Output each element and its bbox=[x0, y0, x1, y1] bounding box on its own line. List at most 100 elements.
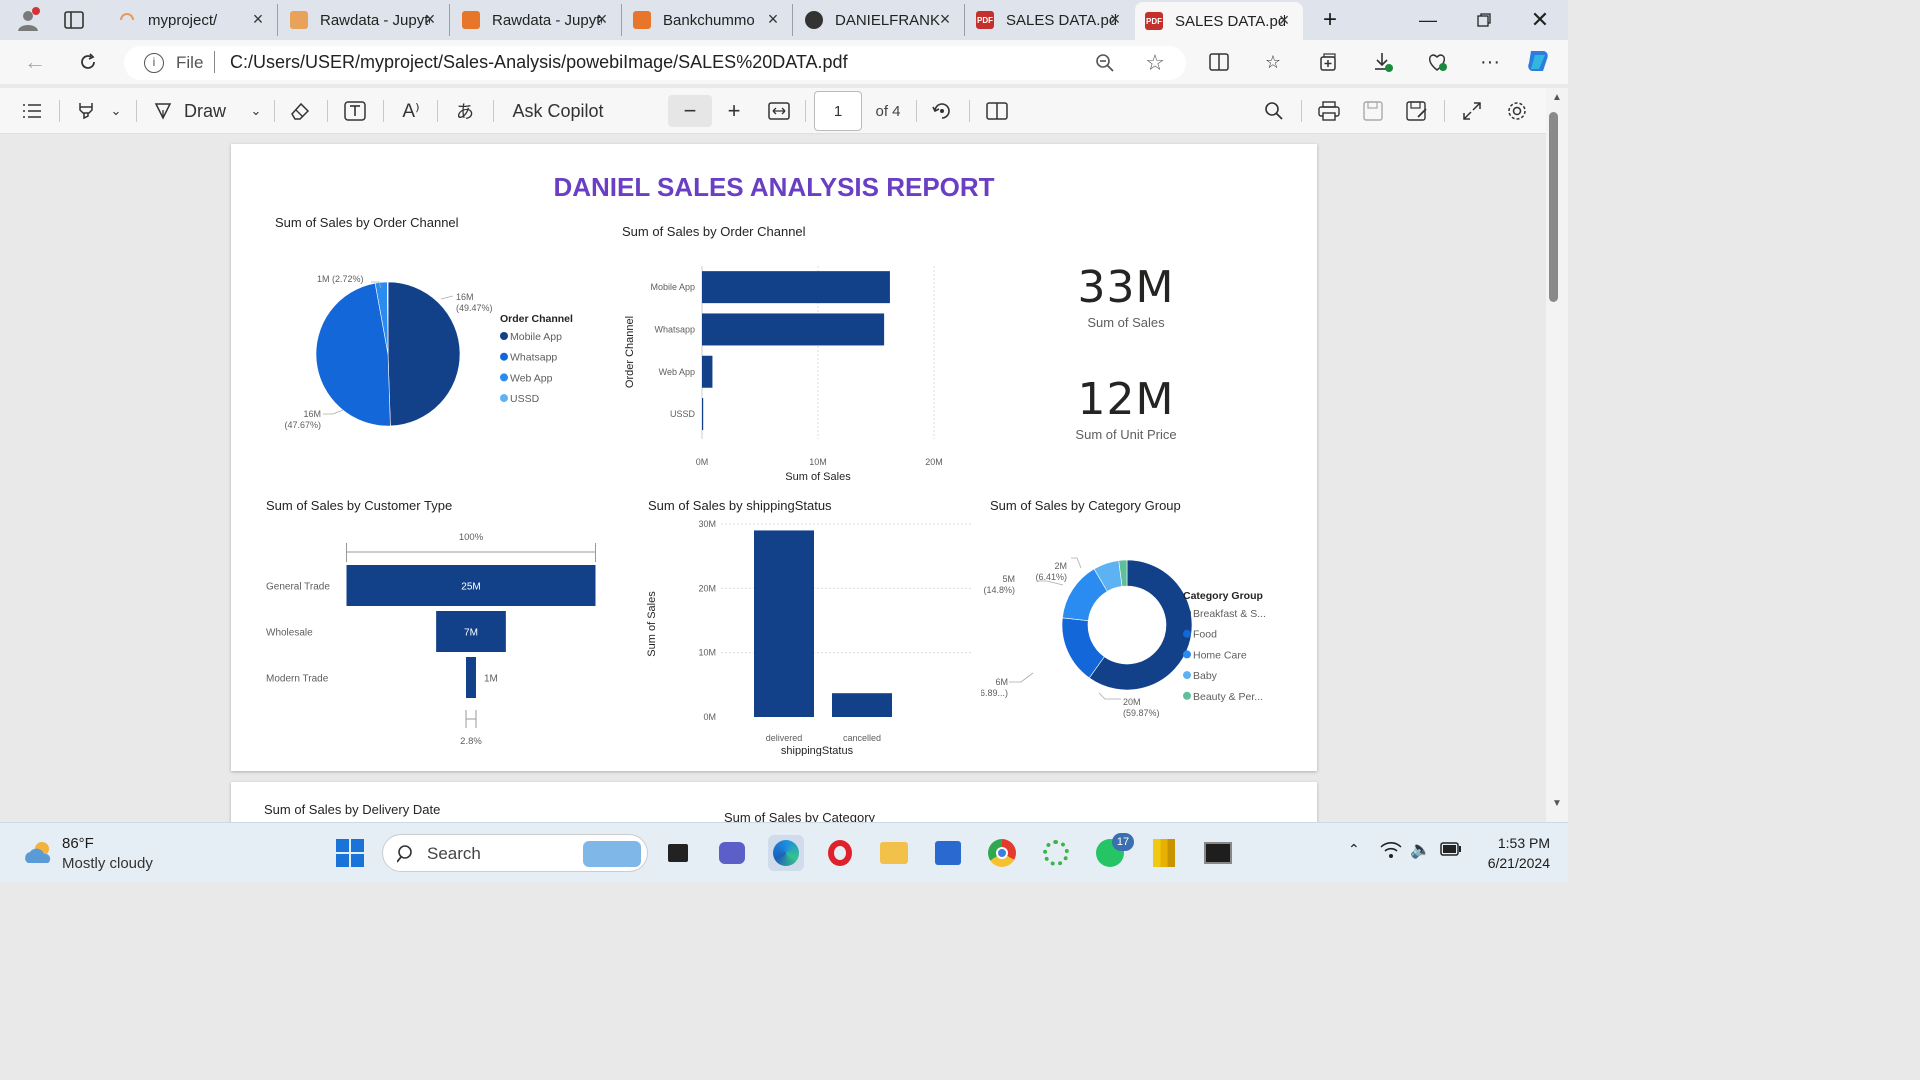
y-tick-label: 30M bbox=[698, 519, 716, 529]
info-icon[interactable]: i bbox=[144, 53, 164, 73]
fit-width-icon[interactable] bbox=[764, 95, 794, 127]
data-label: 2M bbox=[1054, 561, 1067, 571]
page-view-icon[interactable] bbox=[983, 95, 1011, 127]
task-view-icon[interactable] bbox=[660, 835, 696, 871]
jupyter-icon bbox=[633, 11, 651, 29]
close-icon[interactable]: × bbox=[249, 10, 267, 28]
favorites-icon[interactable]: ☆ bbox=[1258, 47, 1288, 77]
volume-icon[interactable]: 🔈 bbox=[1410, 840, 1431, 860]
wifi-icon[interactable] bbox=[1380, 841, 1402, 864]
tab-rawdata-2[interactable]: Rawdata - Jupyter × bbox=[452, 4, 622, 36]
close-icon[interactable]: × bbox=[764, 10, 782, 28]
favorite-star-icon[interactable]: ☆ bbox=[1140, 48, 1170, 78]
bar-chart-shipping-status: 0M 10M 20M 30M delivered cancelled shippingSta… bbox=[646, 519, 971, 756]
chevron-down-icon[interactable]: ⌄ bbox=[106, 95, 126, 127]
fullscreen-icon[interactable] bbox=[1458, 95, 1486, 127]
whatsapp-icon[interactable]: 17 bbox=[1092, 833, 1134, 871]
close-icon[interactable]: × bbox=[1275, 11, 1293, 29]
close-icon[interactable]: × bbox=[1106, 10, 1124, 28]
power-bi-icon[interactable] bbox=[1146, 835, 1182, 871]
rotate-icon[interactable] bbox=[928, 95, 956, 127]
chevron-up-icon[interactable]: ⌃ bbox=[1348, 841, 1360, 858]
progress-app-icon[interactable] bbox=[1038, 835, 1074, 871]
url-text: C:/Users/USER/myproject/Sales-Analysis/p… bbox=[230, 52, 848, 72]
ask-copilot-button[interactable]: Ask Copilot bbox=[508, 95, 608, 127]
draw-button[interactable]: Draw bbox=[152, 95, 252, 127]
scrollbar-thumb[interactable] bbox=[1549, 112, 1558, 302]
pdf-viewer[interactable]: DANIEL SALES ANALYSIS REPORT Sum of Sale… bbox=[0, 134, 1568, 822]
minimize-icon[interactable]: — bbox=[1400, 0, 1456, 40]
scroll-down-icon[interactable]: ▼ bbox=[1552, 798, 1562, 809]
zoom-out-icon[interactable] bbox=[1090, 48, 1120, 78]
collections-icon[interactable] bbox=[1313, 47, 1343, 77]
data-label: 6M bbox=[995, 677, 1008, 687]
taskbar-search-box[interactable]: Search bbox=[382, 834, 648, 872]
close-icon[interactable]: × bbox=[593, 10, 611, 28]
clock-date[interactable]: 6/21/2024 bbox=[1470, 855, 1550, 871]
save-as-icon[interactable] bbox=[1403, 95, 1431, 127]
start-windows-icon[interactable] bbox=[332, 835, 368, 871]
category-label: Wholesale bbox=[266, 628, 313, 639]
close-window-icon[interactable]: ✕ bbox=[1512, 0, 1568, 40]
opera-icon[interactable] bbox=[822, 835, 858, 871]
translate-icon[interactable]: あ bbox=[450, 95, 480, 127]
refresh-icon[interactable] bbox=[73, 47, 103, 77]
weather-desc: Mostly cloudy bbox=[62, 855, 153, 872]
category-label: Modern Trade bbox=[266, 674, 329, 685]
chart-title: Sum of Sales by Category bbox=[724, 810, 876, 822]
tab-myproject[interactable]: myproject/ × bbox=[108, 4, 278, 36]
bar bbox=[702, 355, 713, 388]
contents-icon[interactable] bbox=[18, 95, 46, 127]
tab-sales-pdf-1[interactable]: PDF SALES DATA.pdf × bbox=[966, 4, 1134, 36]
funnel-top-label: 100% bbox=[459, 532, 484, 543]
divider bbox=[274, 100, 275, 122]
profile-icon[interactable] bbox=[14, 6, 42, 34]
restore-icon[interactable] bbox=[1456, 0, 1512, 40]
browser-essentials-icon[interactable] bbox=[1422, 47, 1452, 77]
close-icon[interactable]: × bbox=[936, 10, 954, 28]
draw-label: Draw bbox=[184, 100, 227, 121]
edge-icon[interactable] bbox=[768, 835, 804, 871]
chevron-down-icon[interactable]: ⌄ bbox=[246, 95, 266, 127]
terminal-icon[interactable] bbox=[1200, 835, 1236, 871]
more-options-icon[interactable]: ··· bbox=[1475, 47, 1505, 77]
save-icon[interactable] bbox=[1359, 95, 1387, 127]
store-icon[interactable] bbox=[930, 835, 966, 871]
category-label: General Trade bbox=[266, 582, 330, 593]
new-tab-icon[interactable]: + bbox=[1316, 6, 1344, 34]
url-field[interactable]: i File C:/Users/USER/myproject/Sales-Ana… bbox=[124, 46, 1186, 80]
settings-gear-icon[interactable] bbox=[1503, 95, 1531, 127]
legend-title: Order Channel bbox=[500, 313, 573, 325]
highlight-icon[interactable] bbox=[72, 95, 100, 127]
print-icon[interactable] bbox=[1315, 95, 1343, 127]
eraser-icon[interactable] bbox=[286, 95, 314, 127]
tab-rawdata-1[interactable]: Rawdata - Jupyter × bbox=[280, 4, 450, 36]
tab-actions-icon[interactable] bbox=[60, 6, 88, 34]
clock-time[interactable]: 1:53 PM bbox=[1480, 835, 1550, 851]
tab-github[interactable]: DANIELFRANK × bbox=[795, 4, 965, 36]
data-label: (47.67%) bbox=[284, 420, 321, 430]
tab-sales-pdf-active[interactable]: PDF SALES DATA.pdf × bbox=[1135, 2, 1303, 40]
page-number-input[interactable]: 1 bbox=[814, 91, 862, 131]
close-icon[interactable]: × bbox=[421, 10, 439, 28]
back-icon[interactable]: ← bbox=[20, 47, 50, 77]
tab-bankchummo[interactable]: Bankchummo × bbox=[623, 4, 793, 36]
file-explorer-icon[interactable] bbox=[876, 835, 912, 871]
chart-title: Sum of Sales by shippingStatus bbox=[648, 498, 832, 513]
text-box-icon[interactable] bbox=[341, 95, 369, 127]
zoom-out-button[interactable]: − bbox=[668, 95, 712, 127]
x-axis-title: Sum of Sales bbox=[785, 471, 851, 483]
copilot-icon[interactable] bbox=[1524, 46, 1554, 76]
chrome-icon[interactable] bbox=[984, 835, 1020, 871]
teams-icon[interactable] bbox=[714, 835, 750, 871]
downloads-icon[interactable] bbox=[1368, 47, 1398, 77]
divider bbox=[383, 100, 384, 122]
search-icon[interactable] bbox=[1260, 95, 1288, 127]
scroll-up-icon[interactable]: ▲ bbox=[1552, 92, 1562, 103]
split-screen-icon[interactable] bbox=[1204, 47, 1234, 77]
battery-icon[interactable] bbox=[1440, 842, 1462, 861]
scrollbar[interactable]: ▲ ▼ bbox=[1546, 88, 1568, 822]
zoom-in-button[interactable]: + bbox=[719, 95, 749, 127]
weather-icon[interactable] bbox=[22, 839, 56, 870]
read-aloud-icon[interactable]: A⁾ bbox=[396, 95, 426, 127]
